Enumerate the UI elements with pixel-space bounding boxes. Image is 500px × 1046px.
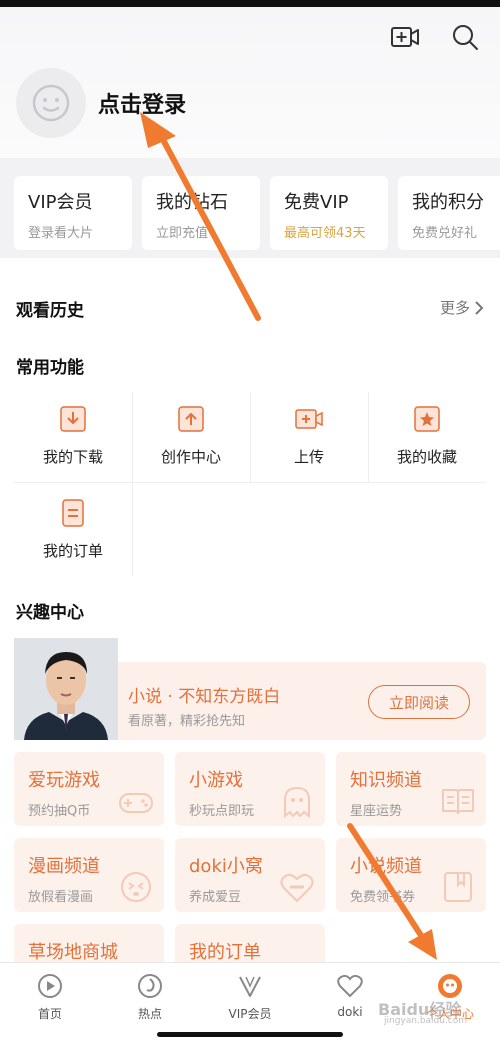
vip-card-free-vip[interactable]: 免费VIP 最高可领43天 <box>270 176 388 250</box>
vip-card-title: VIP会员 <box>28 192 93 213</box>
function-label: 我的收藏 <box>396 448 457 466</box>
nav-vip[interactable]: VIP会员 <box>200 963 300 1023</box>
nav-label: 热点 <box>137 1007 162 1021</box>
history-title: 观看历史 <box>16 301 84 321</box>
actor-portrait <box>14 638 118 740</box>
function-favorites[interactable]: 我的收藏 <box>368 392 486 482</box>
watermark-url: jingyan.baidu.com <box>384 1016 468 1026</box>
smiley-avatar-icon <box>32 84 70 122</box>
interest-title: 兴趣中心 <box>16 603 84 623</box>
vip-card-subtitle: 最高可领43天 <box>284 226 366 241</box>
search-icon[interactable] <box>450 22 480 52</box>
function-label: 我的下载 <box>42 448 103 466</box>
vip-card-membership[interactable]: VIP会员 登录看大片 <box>14 176 132 250</box>
nav-label: VIP会员 <box>228 1007 272 1021</box>
video-add-icon[interactable] <box>390 22 420 52</box>
vip-card-subtitle: 登录看大片 <box>28 226 94 241</box>
hot-icon <box>138 974 162 998</box>
grid-divider <box>250 392 251 482</box>
vip-card-title: 免费VIP <box>284 192 349 213</box>
grid-divider <box>14 482 486 483</box>
vip-card-title: 我的积分 <box>412 192 484 213</box>
more-label: 更多 <box>439 299 470 317</box>
vip-v-icon <box>239 976 261 997</box>
interest-card-novels[interactable]: 小说频道 免费领书券 <box>336 838 486 912</box>
interest-card-comics[interactable]: 漫画频道 放假看漫画 <box>14 838 164 912</box>
doki-heart-icon <box>280 873 314 903</box>
doki-icon <box>337 974 363 998</box>
status-bar <box>0 0 500 7</box>
gamepad-icon <box>119 793 153 813</box>
interest-card-doki[interactable]: doki小窝 养成爱豆 <box>175 838 325 912</box>
upload-box-icon <box>178 406 204 432</box>
login-link[interactable]: 点击登录 <box>98 87 186 119</box>
arrow-head-profile <box>408 929 437 960</box>
function-label: 我的订单 <box>42 542 103 560</box>
functions-title: 常用功能 <box>16 358 84 378</box>
function-orders[interactable]: 我的订单 <box>14 486 132 576</box>
chevron-right-icon <box>475 300 484 315</box>
vip-card-title: 我的钻石 <box>156 192 228 213</box>
interest-card-knowledge[interactable]: 知识频道 星座运势 <box>336 752 486 826</box>
read-now-button[interactable]: 立即阅读 <box>368 685 470 719</box>
function-label: 创作中心 <box>160 448 221 466</box>
interest-card-title: 草场地商城 <box>28 942 118 963</box>
login-row[interactable]: 点击登录 <box>16 68 186 138</box>
star-box-icon <box>414 406 440 432</box>
banner-title: 小说 · 不知东方既白 <box>128 687 281 707</box>
order-icon <box>62 499 84 527</box>
interest-card-mini-games[interactable]: 小游戏 秒玩点即玩 <box>175 752 325 826</box>
function-upload[interactable]: 上传 <box>250 392 368 482</box>
function-label: 上传 <box>293 448 324 466</box>
vip-card-diamond[interactable]: 我的钻石 立即充值 <box>142 176 260 250</box>
ghost-icon <box>284 786 310 818</box>
home-play-icon <box>38 974 62 998</box>
nav-label: 首页 <box>37 1007 62 1021</box>
interest-card-title: 我的订单 <box>189 942 261 963</box>
bookmark-book-icon <box>444 872 472 902</box>
open-book-icon <box>442 789 474 815</box>
banner-subtitle: 看原著，精彩抢先知 <box>128 714 246 729</box>
nav-label: doki <box>337 1005 363 1019</box>
vip-card-subtitle: 立即充值 <box>156 226 209 241</box>
vip-card-points[interactable]: 我的积分 免费兑好礼 <box>398 176 500 250</box>
avatar[interactable] <box>16 68 86 138</box>
vip-card-subtitle: 免费兑好礼 <box>412 226 478 241</box>
download-icon <box>60 406 86 432</box>
interest-card-games[interactable]: 爱玩游戏 预约抽Q币 <box>14 752 164 826</box>
function-creator-center[interactable]: 创作中心 <box>132 392 250 482</box>
vip-card-row: VIP会员 登录看大片 我的钻石 立即充值 免费VIP 最高可领43天 我的积分… <box>0 158 500 258</box>
comic-face-icon <box>121 872 151 902</box>
grid-divider <box>368 392 369 482</box>
home-indicator <box>157 1032 343 1037</box>
nav-home[interactable]: 首页 <box>0 963 100 1023</box>
top-toolbar <box>390 22 480 52</box>
video-add-icon <box>295 409 323 429</box>
function-download[interactable]: 我的下载 <box>14 392 132 482</box>
grid-divider <box>132 392 133 576</box>
history-more-link[interactable]: 更多 <box>440 297 484 318</box>
nav-hot[interactable]: 热点 <box>100 963 200 1023</box>
